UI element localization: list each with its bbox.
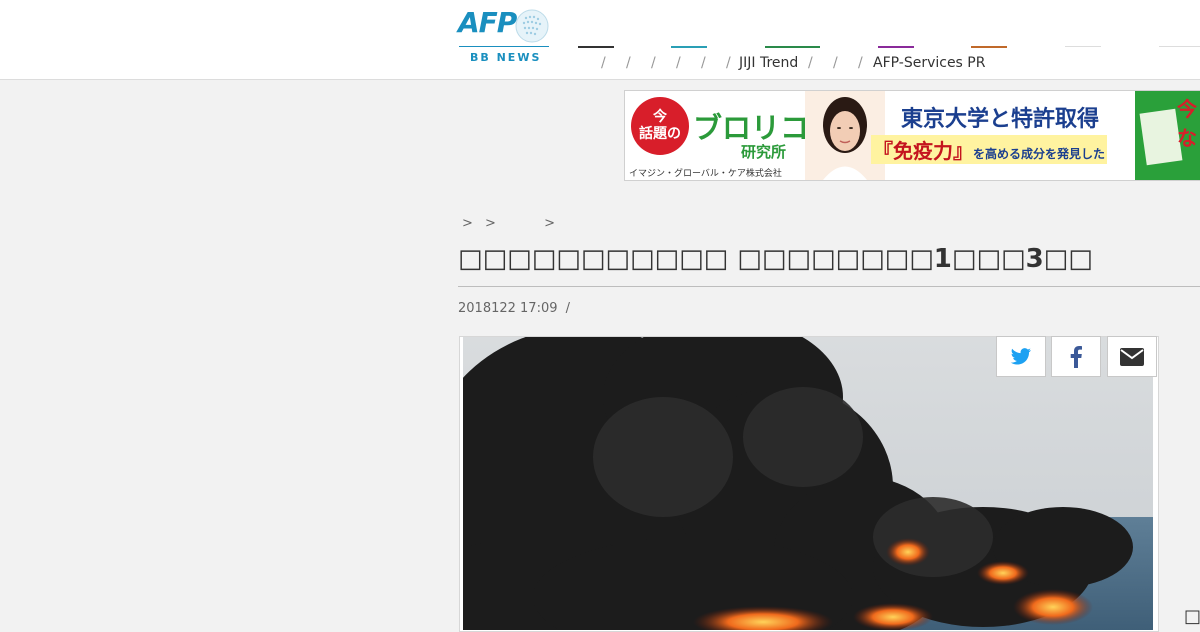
breadcrumb: > > >	[462, 216, 561, 231]
ad-badge-top: 今	[653, 109, 667, 125]
nav-item-jiji-trend[interactable]: JIJI Trend	[739, 55, 798, 71]
nav-separator: /	[833, 55, 838, 71]
breadcrumb-separator: >	[485, 216, 498, 231]
ad-book-text: 今な	[1177, 97, 1197, 150]
nav-accent-bar	[1065, 46, 1101, 47]
ad-badge-bottom: 話題の	[639, 126, 681, 142]
nav-separator: /	[601, 55, 606, 71]
ad-book-cover	[1139, 108, 1183, 166]
nav-separator: /	[651, 55, 656, 71]
article-meta: 2018122 17:09 /	[458, 301, 570, 316]
nav-accent-bar	[971, 46, 1007, 48]
site-header: AFP BB NEWS / / / / / / JIJI Trend / / /	[0, 0, 1200, 80]
nav-separator: /	[858, 55, 863, 71]
facebook-icon	[1070, 345, 1082, 368]
ad-highlight: 『免疫力』	[873, 139, 973, 163]
nav-separator: /	[676, 55, 681, 71]
breadcrumb-separator: >	[544, 216, 557, 231]
nav-accent-bar	[765, 46, 820, 48]
share-mail-button[interactable]	[1107, 336, 1157, 377]
floating-widget-glyph[interactable]: □	[1184, 606, 1200, 627]
ad-company: イマジン・グローバル・ケア株式会社	[629, 169, 782, 179]
nav-accent-bar	[578, 46, 614, 48]
ad-badge: 今 話題の	[631, 97, 689, 155]
nav-accent-bar	[671, 46, 707, 48]
article-photo[interactable]	[463, 337, 1153, 630]
ad-highlight-rest: を高める成分を発見した	[973, 147, 1106, 161]
nav-separator: /	[701, 55, 706, 71]
nav-separator: /	[726, 55, 731, 71]
article-date: 2018122 17:09	[458, 301, 558, 316]
nav-item-afp-services-pr[interactable]: AFP-Services PR	[873, 55, 985, 71]
ad-brand-sub: 研究所	[741, 143, 787, 161]
breadcrumb-separator: >	[462, 216, 475, 231]
nav-accent-bar	[878, 46, 914, 48]
ad-headline: 東京大学と特許取得	[901, 106, 1100, 132]
share-facebook-button[interactable]	[1051, 336, 1101, 377]
main-navigation: / / / / / / JIJI Trend / / / AFP-Service…	[0, 0, 1200, 79]
banner-ad[interactable]: 今 話題の ブロリコ 研究所 イマジン・グローバル・ケア株式会社 東京大学と特許…	[624, 90, 1200, 181]
title-divider	[458, 286, 1200, 287]
twitter-icon	[1010, 347, 1031, 365]
meta-separator: /	[565, 301, 571, 316]
share-twitter-button[interactable]	[996, 336, 1046, 377]
ad-highlight-row: 『免疫力』を高める成分を発見した	[871, 135, 1108, 164]
article-title: □□□□□□□□□□□ □□□□□□□□1□□□3□□	[458, 244, 1093, 274]
mail-icon	[1120, 347, 1144, 366]
nav-separator: /	[808, 55, 813, 71]
nav-separator: /	[626, 55, 631, 71]
ad-book-image: 今な	[1135, 91, 1200, 180]
nav-accent-bar	[1159, 46, 1200, 47]
